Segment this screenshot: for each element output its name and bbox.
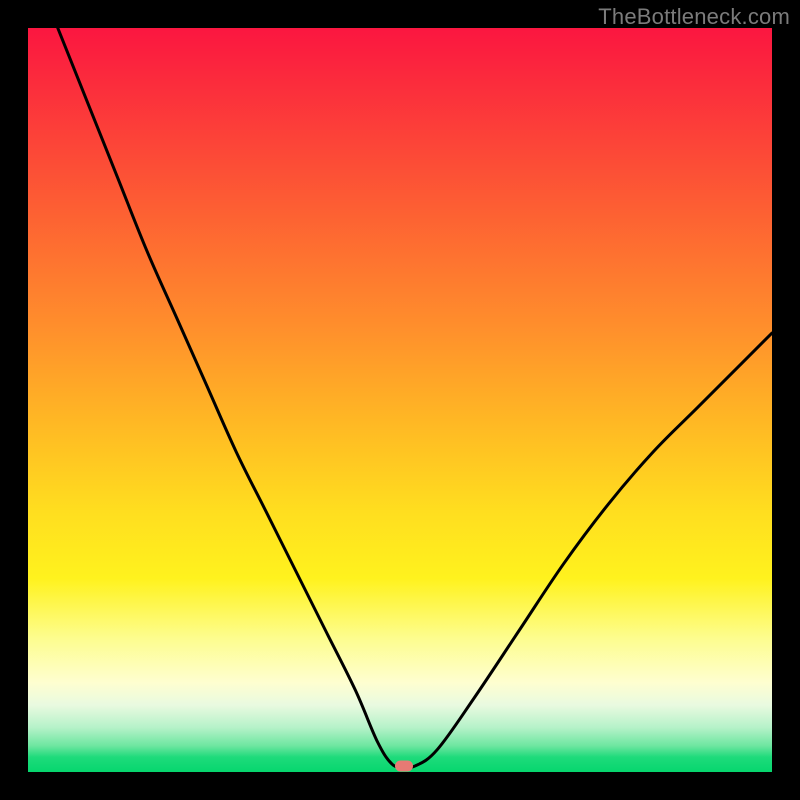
plot-area: [28, 28, 772, 772]
curve-svg: [28, 28, 772, 772]
chart-frame: TheBottleneck.com: [0, 0, 800, 800]
watermark-text: TheBottleneck.com: [598, 4, 790, 30]
bottleneck-curve: [58, 28, 772, 767]
optimum-marker: [395, 761, 413, 772]
